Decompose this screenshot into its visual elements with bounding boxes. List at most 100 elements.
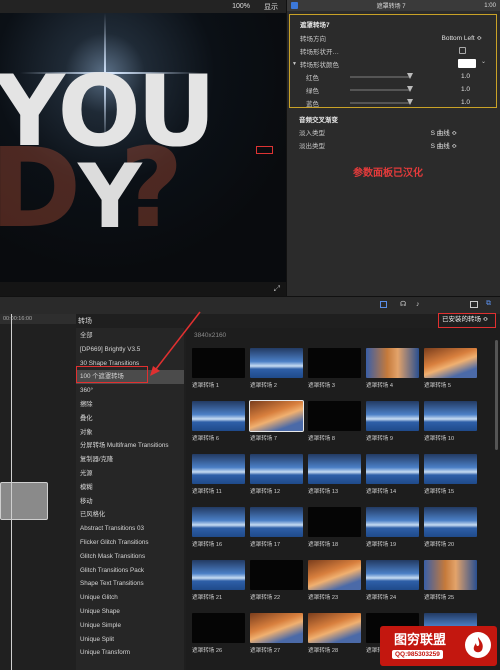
param-green: 绿色 1.0 — [290, 83, 496, 96]
transition-thumbnail[interactable] — [366, 401, 419, 431]
transition-thumbnail[interactable] — [192, 401, 245, 431]
installed-transitions-popup[interactable]: 已安装的转场 ≎ — [438, 313, 496, 328]
transition-thumbnail[interactable] — [424, 401, 477, 431]
viewer-toolbar: 100% 显示 — [0, 0, 286, 13]
category-item[interactable]: Flicker Glitch Transitions — [76, 536, 184, 550]
watermark-logo: 图穷联盟 QQ:985303259 — [380, 626, 497, 666]
category-item[interactable]: 复制器/克隆 — [76, 453, 184, 467]
fade-in-select[interactable]: S 曲线 ≎ — [431, 127, 457, 137]
audio-crossfade-section: 音频交叉渐变 — [289, 112, 500, 125]
transition-thumbnail[interactable] — [250, 454, 303, 484]
transition-thumbnail[interactable] — [366, 454, 419, 484]
shape-checkbox[interactable] — [459, 47, 466, 54]
category-item[interactable]: 全部 — [76, 329, 184, 343]
blue-value[interactable]: 1.0 — [461, 99, 470, 106]
category-item[interactable]: 移动 — [76, 495, 184, 509]
category-item[interactable]: Glitch Mask Transitions — [76, 550, 184, 564]
inspector-toggle-icon[interactable] — [380, 301, 387, 308]
red-value[interactable]: 1.0 — [461, 73, 470, 80]
timeline: 00:00:16:00 — [0, 314, 76, 670]
category-item[interactable]: Unique Transform — [76, 646, 184, 660]
category-item[interactable]: 模糊 — [76, 481, 184, 495]
param-label: 蓝色 — [306, 100, 319, 108]
playhead[interactable] — [11, 314, 12, 670]
category-item[interactable]: [DP669] Brightly V3.5 — [76, 343, 184, 357]
category-item[interactable]: 叠化 — [76, 412, 184, 426]
transition-thumbnail[interactable] — [192, 507, 245, 537]
timeline-clip[interactable] — [0, 482, 48, 520]
category-item[interactable]: 对象 — [76, 426, 184, 440]
fade-out-select[interactable]: S 曲线 ≎ — [431, 140, 457, 150]
transition-thumbnail[interactable] — [308, 613, 361, 643]
color-well[interactable] — [458, 59, 476, 68]
category-item[interactable]: 分屏转场 Multiframe Transitions — [76, 439, 184, 453]
canvas-text-y: Y — [78, 145, 142, 248]
transition-thumbnail[interactable] — [250, 560, 303, 590]
transition-thumbnail[interactable] — [308, 507, 361, 537]
transition-thumbnail[interactable] — [250, 613, 303, 643]
transition-thumbnail[interactable] — [249, 400, 304, 432]
video-viewer: 100% 显示 D ? YOU Y ⤢ — [0, 0, 286, 296]
transition-thumbnail[interactable] — [424, 348, 477, 378]
transition-thumbnail[interactable] — [424, 507, 477, 537]
category-item[interactable]: Unique Simple — [76, 619, 184, 633]
inspector-header: 遮罩转场 7 1:00 — [287, 0, 500, 11]
flame-logo-icon — [465, 632, 491, 658]
preview-canvas: D ? YOU Y — [0, 13, 286, 282]
category-item[interactable]: Shape Text Transitions — [76, 577, 184, 591]
param-label: 转场形状开… — [300, 48, 339, 56]
transition-thumbnail[interactable] — [308, 454, 361, 484]
green-slider[interactable] — [350, 86, 413, 92]
display-menu[interactable]: 显示 — [264, 2, 278, 12]
audio-icon[interactable]: ♪ — [416, 301, 420, 308]
selected-category-highlight — [76, 366, 148, 383]
param-blue: 蓝色 1.0 — [290, 96, 496, 109]
transition-thumbnail[interactable] — [192, 560, 245, 590]
param-label: 绿色 — [306, 87, 319, 95]
category-item[interactable]: Unique Glitch — [76, 591, 184, 605]
zoom-menu[interactable]: 100% — [232, 3, 250, 10]
transition-label: 遮罩转场 2 — [250, 383, 278, 389]
category-item[interactable]: Unique Shape — [76, 605, 184, 619]
fullscreen-icon[interactable]: ⤢ — [274, 284, 280, 294]
transition-thumbnail[interactable] — [192, 348, 245, 378]
chevron-down-icon[interactable]: ⌄ — [481, 58, 486, 65]
category-item[interactable]: Unique Split — [76, 633, 184, 647]
transition-thumbnail[interactable] — [366, 560, 419, 590]
transition-thumbnail[interactable] — [192, 454, 245, 484]
category-item[interactable]: Glitch Transitions Pack — [76, 564, 184, 578]
transition-inspector-icon[interactable] — [291, 2, 298, 9]
transition-thumbnail[interactable] — [308, 348, 361, 378]
fade-out-label: 淡出类型 — [299, 142, 325, 150]
transition-thumbnail[interactable] — [250, 507, 303, 537]
transition-thumbnail[interactable] — [424, 560, 477, 590]
transition-thumbnail[interactable] — [192, 613, 245, 643]
category-item[interactable]: 360° — [76, 384, 184, 398]
effect-handle[interactable] — [256, 146, 273, 154]
transition-label: 遮罩转场 23 — [308, 595, 339, 601]
red-slider[interactable] — [350, 73, 413, 79]
category-item[interactable]: 光源 — [76, 467, 184, 481]
transition-thumbnail[interactable] — [250, 348, 303, 378]
disclosure-triangle-icon[interactable]: ▼ — [292, 61, 297, 67]
resolution-label: 3840x2160 — [194, 332, 227, 339]
grid-scrollbar[interactable] — [495, 340, 498, 450]
category-item[interactable]: 擦除 — [76, 398, 184, 412]
category-item[interactable]: 已风格化 — [76, 508, 184, 522]
transition-label: 遮罩转场 27 — [250, 648, 281, 654]
transition-thumbnail[interactable] — [366, 507, 419, 537]
transition-thumbnail[interactable] — [366, 348, 419, 378]
transitions-browser-header: 转场 — [76, 314, 500, 328]
category-item[interactable]: Abstract Transitions 03 — [76, 522, 184, 536]
green-value[interactable]: 1.0 — [461, 86, 470, 93]
transition-thumbnail[interactable] — [308, 401, 361, 431]
transitions-browser-icon[interactable] — [470, 301, 478, 308]
headphones-icon[interactable]: ☊ — [400, 300, 406, 308]
direction-select[interactable]: Bottom Left ≎ — [442, 34, 483, 42]
transition-thumbnail[interactable] — [424, 454, 477, 484]
transition-label: 遮罩转场 1 — [192, 383, 220, 389]
window-icon[interactable]: ⧉ — [486, 300, 491, 308]
blue-slider[interactable] — [350, 99, 413, 105]
transition-thumbnail[interactable] — [308, 560, 361, 590]
transition-label: 遮罩转场 15 — [424, 489, 455, 495]
